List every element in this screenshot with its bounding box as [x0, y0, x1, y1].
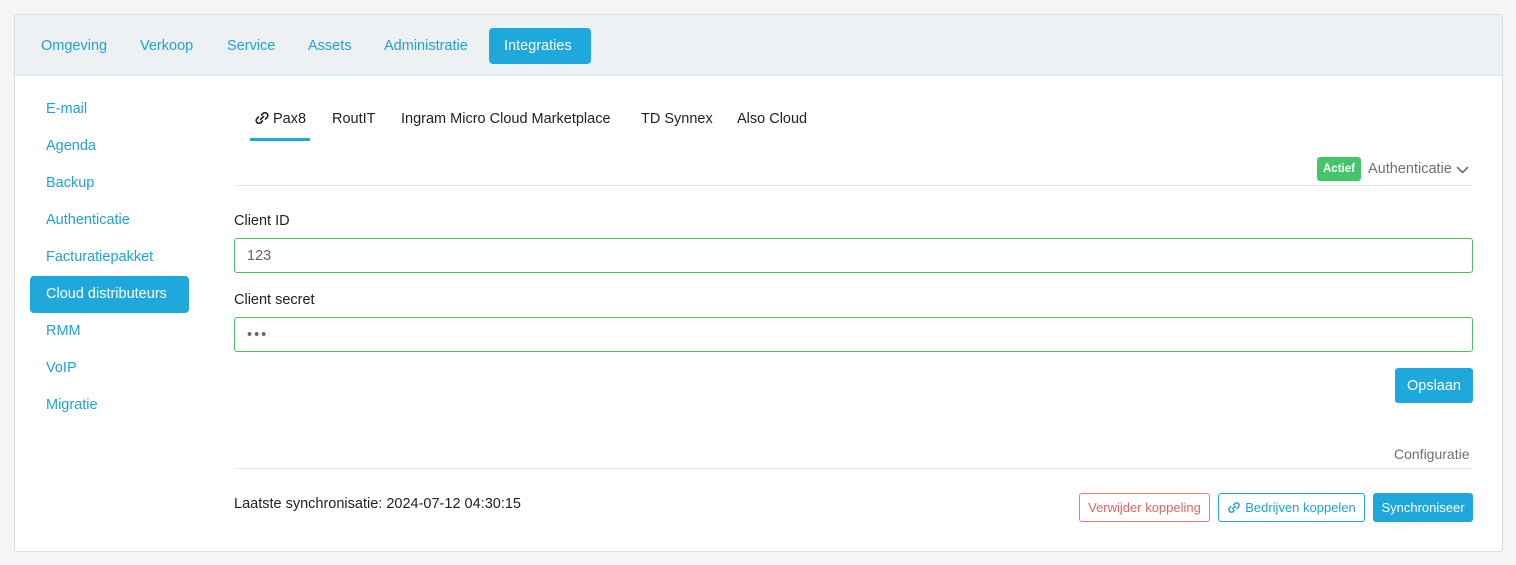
authentication-section-toggle[interactable]: Authenticatie [1368, 157, 1469, 181]
chevron-down-icon [1452, 161, 1469, 177]
topnav-service[interactable]: Service [212, 28, 290, 64]
sidebar-item-cloud-distributeurs[interactable]: Cloud distributeurs [30, 276, 189, 313]
client-id-label: Client ID [234, 213, 290, 229]
sidebar-item-email[interactable]: E-mail [30, 91, 189, 128]
link-icon [254, 109, 270, 133]
link-companies-button[interactable]: Bedrijven koppelen [1218, 493, 1365, 522]
tab-routit[interactable]: RoutIT [332, 107, 376, 141]
integrations-card: Omgeving Verkoop Service Assets Administ… [14, 14, 1503, 552]
authentication-section-title: Authenticatie [1368, 161, 1452, 177]
last-sync-text: Laatste synchronisatie: 2024-07-12 04:30… [234, 496, 521, 512]
sidebar-item-facturatiepakket[interactable]: Facturatiepakket [30, 239, 189, 276]
link-companies-label: Bedrijven koppelen [1245, 500, 1356, 515]
remove-connection-button[interactable]: Verwijder koppeling [1079, 493, 1210, 522]
tab-ingram-micro[interactable]: Ingram Micro Cloud Marketplace [401, 107, 611, 141]
client-secret-label: Client secret [234, 292, 315, 308]
divider [234, 468, 1473, 469]
tab-pax8-label: Pax8 [273, 111, 307, 127]
sidebar-item-voip[interactable]: VoIP [30, 350, 189, 387]
synchronize-button[interactable]: Synchroniseer [1373, 493, 1473, 522]
sidebar-item-agenda[interactable]: Agenda [30, 128, 189, 165]
configuration-section-title[interactable]: Configuratie [1394, 446, 1470, 462]
client-secret-field[interactable] [234, 317, 1473, 352]
top-navigation: Omgeving Verkoop Service Assets Administ… [15, 15, 1502, 76]
topnav-integraties[interactable]: Integraties [489, 28, 591, 64]
tab-also-cloud[interactable]: Also Cloud [737, 107, 807, 141]
status-badge: Actief [1317, 157, 1361, 181]
sidebar-item-migratie[interactable]: Migratie [30, 387, 189, 424]
tab-td-synnex[interactable]: TD Synnex [641, 107, 713, 141]
topnav-administratie[interactable]: Administratie [369, 28, 483, 64]
link-icon [1227, 500, 1245, 515]
topnav-omgeving[interactable]: Omgeving [26, 28, 122, 64]
divider [234, 185, 1473, 186]
client-id-field[interactable] [234, 238, 1473, 273]
sidebar-item-backup[interactable]: Backup [30, 165, 189, 202]
tab-pax8[interactable]: Pax8 [250, 107, 311, 141]
topnav-verkoop[interactable]: Verkoop [125, 28, 208, 64]
topnav-assets[interactable]: Assets [293, 28, 367, 64]
save-button[interactable]: Opslaan [1395, 368, 1473, 403]
sidebar-item-authenticatie[interactable]: Authenticatie [30, 202, 189, 239]
sidebar-item-rmm[interactable]: RMM [30, 313, 189, 350]
